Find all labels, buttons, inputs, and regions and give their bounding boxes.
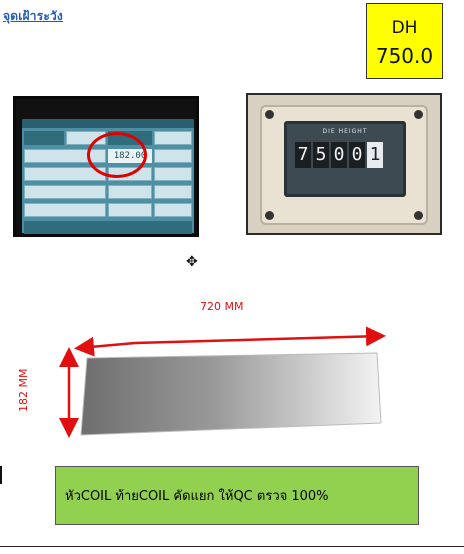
steel-sheet: [80, 352, 382, 436]
die-height-label: DH: [391, 18, 418, 38]
control-panel-photo: 182.00: [13, 96, 199, 237]
steel-sheet-drawing: [59, 326, 386, 438]
die-height-counter-photo: DIE HEIGHT 7 5 0 0 1: [246, 93, 442, 235]
highlight-circle: [87, 132, 147, 178]
margin-mark: [0, 466, 2, 484]
counter-digit: 0: [349, 142, 365, 168]
counter-title: DIE HEIGHT: [322, 128, 368, 135]
height-dimension-label: 182 MM: [17, 368, 30, 412]
width-arrow: [74, 336, 136, 357]
counter-display: DIE HEIGHT 7 5 0 0 1: [284, 121, 406, 197]
page-heading: จุดเฝ้าระวัง: [3, 9, 63, 23]
bottom-divider: [0, 546, 464, 547]
width-dimension-label: 720 MM: [200, 300, 244, 313]
counter-digit: 1: [367, 142, 383, 168]
move-cursor-icon: ✥: [186, 254, 198, 270]
die-height-box: DH 750.0: [366, 3, 443, 79]
counter-digit: 0: [331, 142, 347, 168]
die-height-value: 750.0: [375, 44, 434, 68]
counter-digit: 5: [313, 142, 329, 168]
counter-digit: 7: [295, 142, 311, 168]
inspection-note: หัวCOIL ท้ายCOIL คัดแยก ให้QC ตรวจ 100%: [55, 466, 419, 525]
